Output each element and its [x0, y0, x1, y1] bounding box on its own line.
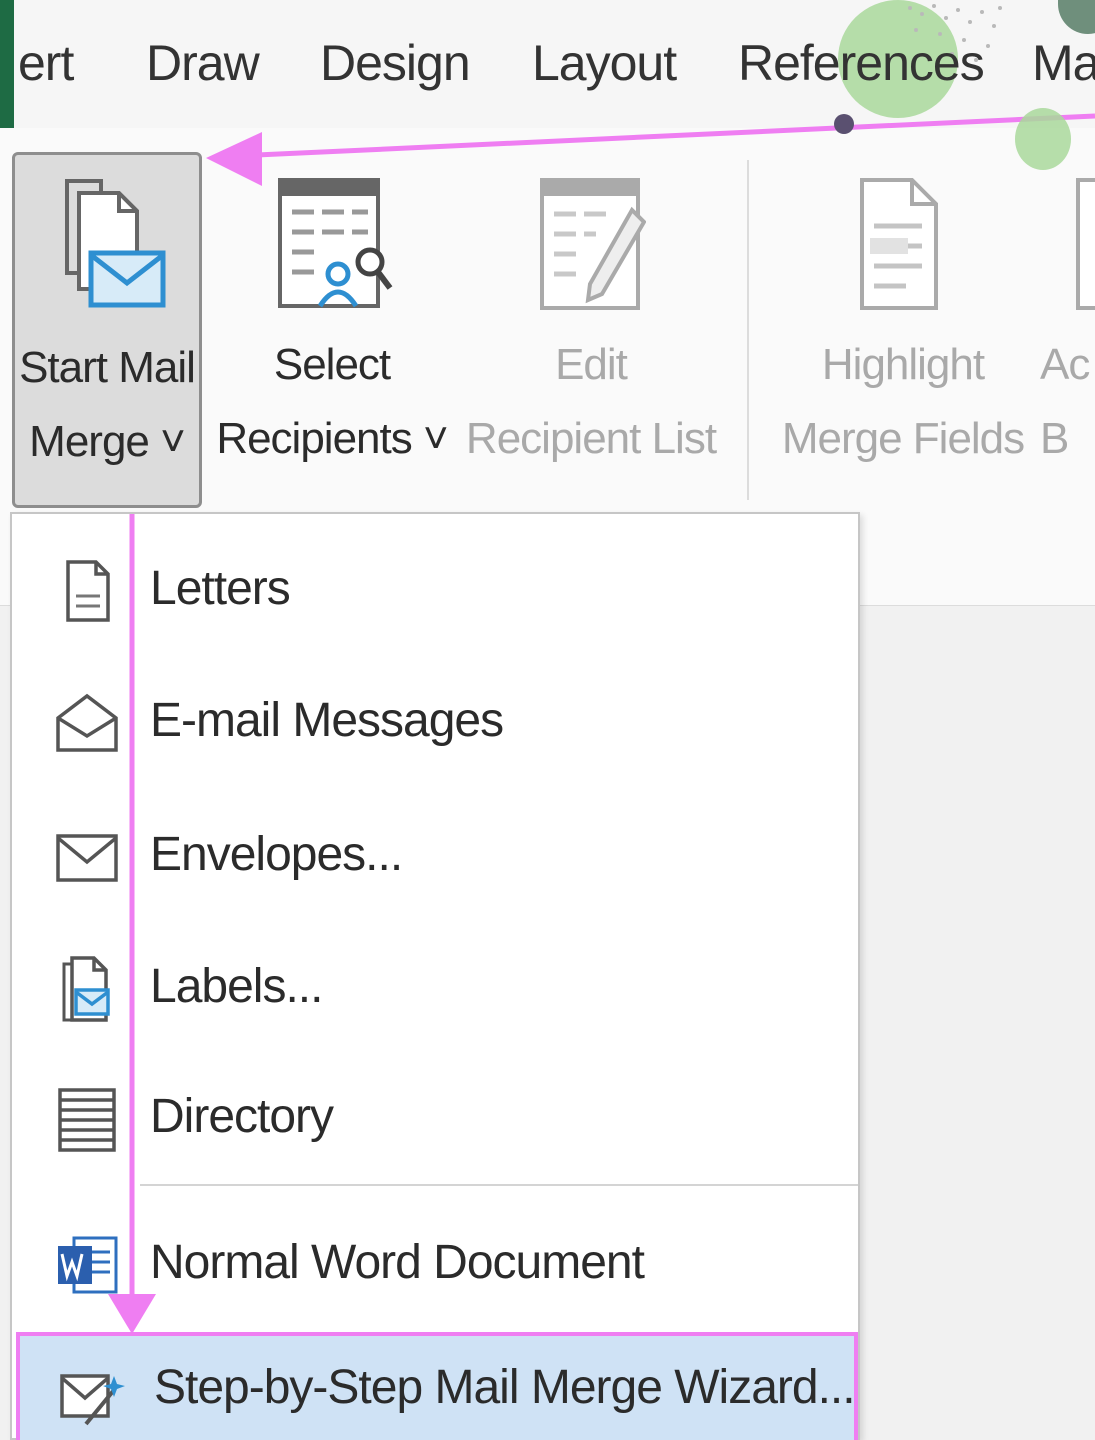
envelope-icon — [56, 834, 118, 882]
menu-item-normal-word-document[interactable]: Normal Word Document — [12, 1200, 858, 1326]
address-block-button[interactable]: Ac B — [1040, 160, 1095, 500]
menu-separator — [140, 1184, 858, 1186]
select-recipients-label: Recipients ˅ — [216, 414, 448, 463]
address-block-icon — [1076, 178, 1095, 310]
wizard-icon — [60, 1374, 125, 1426]
menu-item-directory[interactable]: Directory — [12, 1054, 858, 1180]
highlight-fields-icon — [860, 178, 938, 310]
tab-design[interactable]: Design — [320, 34, 471, 92]
edit-list-icon — [540, 178, 646, 310]
menu-item-mail-merge-wizard[interactable]: Step-by-Step Mail Merge Wizard... — [16, 1332, 858, 1440]
address-block-label: B — [1040, 414, 1069, 463]
menu-item-envelopes[interactable]: Envelopes... — [12, 792, 858, 918]
edit-recipient-list-button[interactable]: Edit Recipient List — [460, 160, 722, 500]
ribbon-group-divider — [747, 160, 749, 500]
tab-mailings[interactable]: Ma — [1032, 34, 1095, 92]
menu-item-labels[interactable]: Labels... — [12, 924, 858, 1050]
select-recipients-label: Select — [273, 340, 391, 389]
letter-page-icon — [66, 560, 110, 622]
edit-recipient-list-label: Recipient List — [465, 414, 717, 463]
tab-strip: ert Draw Design Layout References Ma — [0, 0, 1095, 128]
tab-draw[interactable]: Draw — [146, 34, 260, 92]
tab-references[interactable]: References — [738, 34, 985, 92]
menu-item-label: Envelopes... — [150, 828, 403, 881]
label-page-icon — [62, 956, 110, 1022]
highlight-merge-fields-label: Merge Fields — [781, 414, 1025, 463]
highlight-merge-fields-button[interactable]: Highlight Merge Fields — [770, 160, 1036, 500]
menu-item-label: Labels... — [150, 960, 323, 1013]
start-mail-merge-icon — [65, 179, 166, 308]
menu-item-label: Directory — [150, 1090, 334, 1143]
highlight-merge-fields-label: Highlight — [821, 340, 985, 389]
menu-item-label: Letters — [150, 562, 291, 615]
menu-item-letters[interactable]: Letters — [12, 526, 858, 652]
annotation-dot — [834, 114, 854, 134]
decoration-blob — [1058, 0, 1095, 34]
select-recipients-icon — [278, 178, 393, 308]
menu-item-label: Step-by-Step Mail Merge Wizard... — [154, 1361, 856, 1414]
app-green-edge — [0, 0, 14, 128]
edit-recipient-list-label: Edit — [555, 340, 628, 389]
address-block-label: Ac — [1040, 340, 1090, 389]
tab-layout[interactable]: Layout — [532, 34, 677, 92]
start-mail-merge-menu: Letters E-mail Messages Envelopes... Lab… — [10, 512, 860, 1440]
start-mail-merge-label: Merge ˅ — [29, 417, 186, 466]
decoration-blob — [1015, 108, 1071, 170]
start-mail-merge-button[interactable]: Start Mail Merge ˅ — [12, 152, 202, 508]
word-document-icon — [58, 1236, 118, 1294]
menu-item-label: Normal Word Document — [150, 1236, 645, 1289]
menu-item-label: E-mail Messages — [150, 694, 504, 747]
start-mail-merge-label: Start Mail — [19, 343, 196, 392]
directory-list-icon — [58, 1088, 116, 1152]
tab-insert[interactable]: ert — [18, 34, 74, 92]
open-envelope-icon — [56, 693, 118, 752]
menu-item-email-messages[interactable]: E-mail Messages — [12, 658, 858, 784]
select-recipients-button[interactable]: Select Recipients ˅ — [212, 160, 452, 500]
